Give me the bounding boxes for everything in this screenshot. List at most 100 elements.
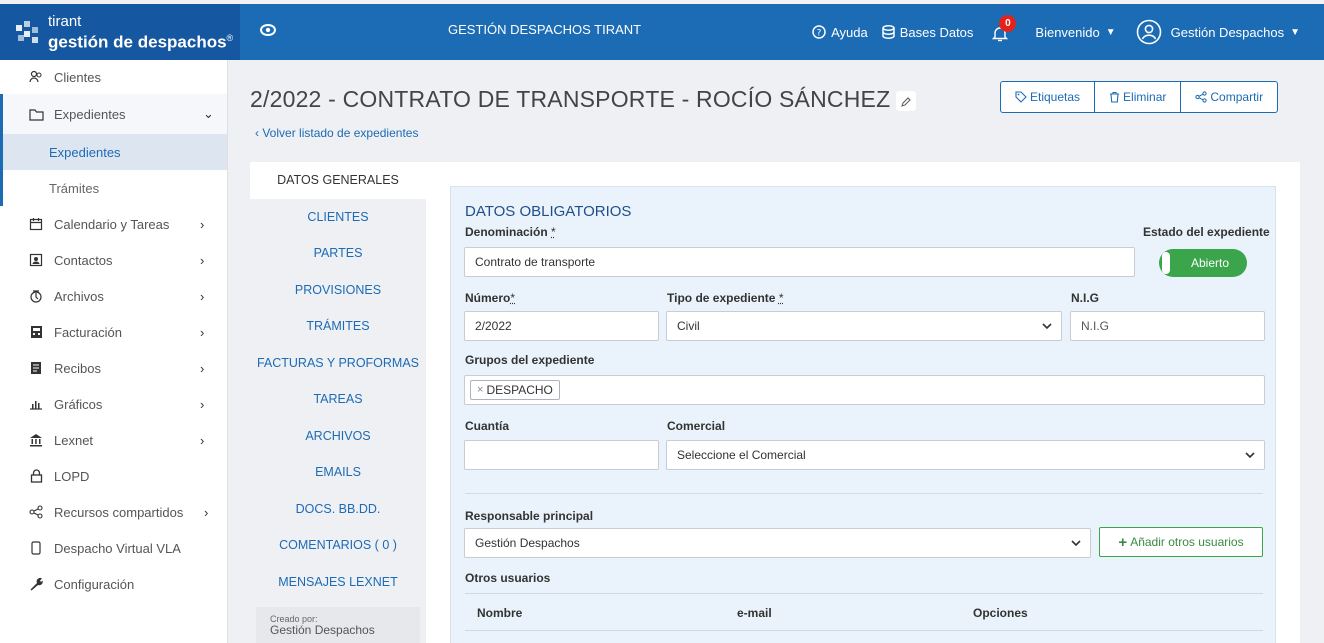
required-mark: *: [779, 291, 784, 305]
delete-button[interactable]: Eliminar: [1095, 82, 1181, 112]
numero-input[interactable]: 2/2022: [464, 311, 659, 341]
welcome-label: Bienvenido: [1035, 25, 1099, 40]
user-avatar-icon: [1136, 19, 1162, 45]
denominacion-label: Denominación *: [465, 225, 556, 239]
numero-label: Número*: [465, 291, 515, 305]
sidebar-item-contactos[interactable]: Contactos ›: [0, 242, 227, 278]
sidebar-item-recursos[interactable]: Recursos compartidos ›: [0, 494, 227, 530]
tab-facturas[interactable]: FACTURAS Y PROFORMAS: [250, 345, 426, 382]
sidebar-item-despacho-virtual[interactable]: Despacho Virtual VLA: [0, 530, 227, 566]
app-title: GESTIÓN DESPACHOS TIRANT: [448, 22, 641, 37]
sidebar-item-label: Gráficos: [54, 397, 102, 412]
sidebar-item-expedientes[interactable]: Expedientes ⌄: [0, 94, 227, 134]
sidebar: Clientes Expedientes ⌄ Expedientes Trámi…: [0, 60, 228, 643]
users-icon: [28, 69, 44, 85]
tab-tareas[interactable]: TAREAS: [250, 381, 426, 418]
databases-label: Bases Datos: [900, 25, 974, 40]
sidebar-item-archivos[interactable]: Archivos ›: [0, 278, 227, 314]
tab-clientes[interactable]: CLIENTES: [250, 199, 426, 236]
share-icon: [1195, 91, 1207, 103]
calendar-icon: [28, 216, 44, 232]
tab-docs-bbdd[interactable]: DOCS. BB.DD.: [250, 491, 426, 528]
sidebar-item-label: Configuración: [54, 577, 134, 592]
chevron-right-icon: ›: [204, 505, 208, 520]
tab-comentarios[interactable]: COMENTARIOS ( 0 ): [250, 527, 426, 564]
chart-icon: [28, 396, 44, 412]
sidebar-item-lopd[interactable]: LOPD: [0, 458, 227, 494]
chevron-right-icon: ›: [200, 325, 204, 340]
brand-line1: tirant: [48, 13, 233, 30]
pencil-icon[interactable]: [896, 91, 916, 111]
column-header-opciones: Opciones: [973, 606, 1028, 620]
add-users-button[interactable]: + Añadir otros usuarios: [1099, 527, 1263, 557]
chevron-down-icon: ▼: [1106, 27, 1116, 38]
sidebar-item-graficos[interactable]: Gráficos ›: [0, 386, 227, 422]
tab-archivos[interactable]: ARCHIVOS: [250, 418, 426, 455]
comercial-select[interactable]: Seleccione el Comercial: [666, 440, 1265, 470]
tab-mensajes-lexnet[interactable]: MENSAJES LEXNET: [250, 564, 426, 601]
add-users-label: Añadir otros usuarios: [1130, 535, 1243, 549]
denominacion-input[interactable]: Contrato de transporte: [464, 247, 1135, 277]
tab-emails[interactable]: EMAILS: [250, 454, 426, 491]
section-title: DATOS OBLIGATORIOS: [465, 203, 631, 220]
tipo-select[interactable]: Civil: [666, 311, 1062, 341]
chevron-right-icon: ›: [200, 217, 204, 232]
comercial-label: Comercial: [667, 419, 725, 433]
notifications-button[interactable]: 0: [989, 19, 1015, 45]
folder-icon: [28, 106, 44, 122]
chevron-down-icon: ⌄: [203, 106, 214, 122]
nig-input[interactable]: N.I.G: [1070, 311, 1265, 341]
nig-label: N.I.G: [1071, 291, 1099, 305]
databases-link[interactable]: Bases Datos: [882, 25, 974, 40]
sidebar-subitem-expedientes[interactable]: Expedientes: [0, 134, 227, 170]
sidebar-item-label: Calendario y Tareas: [54, 217, 169, 232]
sidebar-item-facturacion[interactable]: Facturación ›: [0, 314, 227, 350]
lock-icon: [28, 468, 44, 484]
sidebar-item-label: Expedientes: [54, 107, 126, 122]
column-header-nombre: Nombre: [477, 606, 522, 620]
sidebar-item-configuracion[interactable]: Configuración: [0, 566, 227, 602]
tirant-logo-icon: [14, 17, 44, 47]
brand-line2: gestión de despachos: [48, 33, 227, 52]
sidebar-item-label: Clientes: [54, 70, 101, 85]
share-button[interactable]: Compartir: [1181, 82, 1277, 112]
responsable-select[interactable]: Gestión Despachos: [464, 528, 1091, 558]
trash-icon: [1109, 91, 1120, 103]
eye-icon[interactable]: [258, 20, 278, 40]
sidebar-item-lexnet[interactable]: Lexnet ›: [0, 422, 227, 458]
notifications-badge: 0: [999, 15, 1016, 32]
sidebar-item-clientes[interactable]: Clientes: [0, 60, 227, 94]
group-chip[interactable]: × DESPACHO: [470, 380, 560, 400]
chevron-right-icon: ›: [200, 253, 204, 268]
top-bar: tirant gestión de despachos® GESTIÓN DES…: [0, 0, 1324, 60]
cuantia-input[interactable]: [464, 440, 659, 470]
comercial-select-value: Seleccione el Comercial: [677, 448, 806, 462]
remove-chip-icon[interactable]: ×: [477, 384, 483, 396]
sidebar-item-calendario[interactable]: Calendario y Tareas ›: [0, 206, 227, 242]
tab-datos-generales[interactable]: DATOS GENERALES: [250, 162, 426, 199]
group-chip-label: DESPACHO: [486, 383, 552, 397]
estado-toggle[interactable]: Abierto: [1159, 249, 1247, 277]
grupos-input[interactable]: × DESPACHO: [464, 375, 1265, 405]
otros-usuarios-label: Otros usuarios: [465, 571, 550, 585]
tab-provisiones[interactable]: PROVISIONES: [250, 272, 426, 309]
sidebar-item-recibos[interactable]: Recibos ›: [0, 350, 227, 386]
tab-partes[interactable]: PARTES: [250, 235, 426, 272]
numero-label-text: Número: [465, 291, 510, 305]
chevron-right-icon: ›: [200, 289, 204, 304]
sidebar-subitem-tramites[interactable]: Trámites: [0, 170, 227, 206]
sidebar-item-label: Despacho Virtual VLA: [54, 541, 181, 556]
back-to-list-link[interactable]: ‹ Volver listado de expedientes: [255, 126, 418, 140]
wrench-icon: [28, 576, 44, 592]
welcome-menu[interactable]: Bienvenido ▼: [1035, 25, 1115, 40]
mobile-icon: [28, 540, 44, 556]
user-menu[interactable]: Gestión Despachos ▼: [1136, 19, 1300, 45]
tags-button[interactable]: Etiquetas: [1001, 82, 1095, 112]
chevron-right-icon: ›: [200, 433, 204, 448]
toggle-knob: [1162, 252, 1170, 274]
brand-logo[interactable]: tirant gestión de despachos®: [0, 4, 240, 60]
tab-tramites[interactable]: TRÁMITES: [250, 308, 426, 345]
sidebar-item-label: Recursos compartidos: [54, 505, 183, 520]
required-data-section: DATOS OBLIGATORIOS Denominación * Estado…: [450, 186, 1276, 643]
help-link[interactable]: ? Ayuda: [812, 25, 868, 40]
